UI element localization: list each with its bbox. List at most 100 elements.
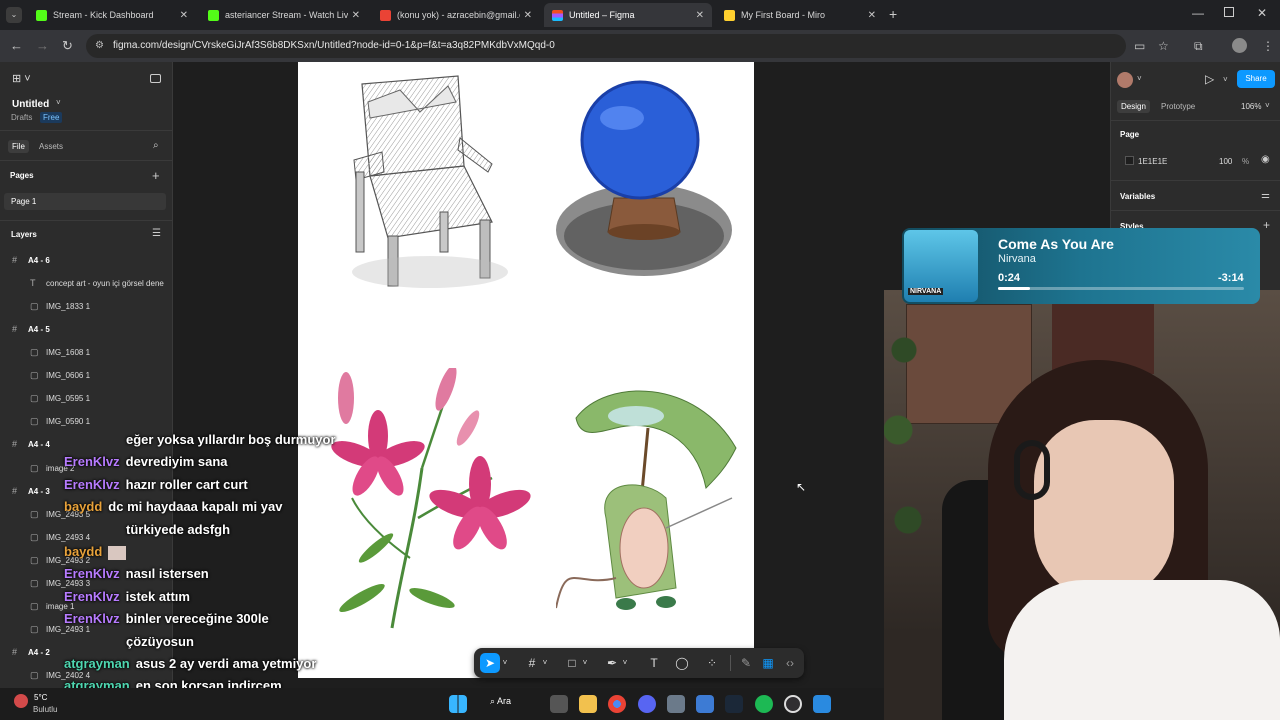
weather-desc[interactable]: Bulutlu [33, 705, 57, 714]
chat-username: atgrayman [64, 656, 130, 671]
weather-temp[interactable]: 5°C [34, 693, 47, 702]
image-icon: ▢ [30, 509, 39, 519]
file-title[interactable]: Untitled [12, 99, 49, 110]
text-tool-icon[interactable]: T [644, 653, 664, 673]
a4-frame-artwork[interactable] [298, 62, 754, 678]
chat-text: çözüyosun [126, 633, 194, 649]
tab-assets[interactable]: Assets [39, 142, 63, 151]
tab-prototype[interactable]: Prototype [1161, 102, 1195, 111]
close-icon[interactable]: ✕ [524, 10, 532, 21]
figma-menu-icon[interactable]: ⊞ ˅ [12, 72, 31, 85]
chevron-down-icon[interactable]: ˅ [1223, 75, 1228, 84]
chevron-down-icon[interactable]: ˅ [56, 98, 61, 107]
tab-design[interactable]: Design [1117, 100, 1150, 113]
layer-image[interactable]: ▢ IMG_0595 1 [0, 389, 173, 409]
obs-icon[interactable] [784, 695, 802, 713]
close-icon[interactable]: ✕ [696, 10, 704, 21]
windows-start-icon[interactable] [449, 695, 467, 713]
add-style-icon[interactable]: + [1263, 218, 1270, 232]
bookmark-star-icon[interactable]: ☆ [1158, 39, 1169, 53]
close-icon[interactable]: ✕ [352, 10, 360, 21]
new-tab-button[interactable]: + [889, 6, 897, 22]
chrome-icon[interactable] [608, 695, 626, 713]
design-mode-icon[interactable]: ▦ [758, 653, 778, 673]
tab-file[interactable]: File [8, 140, 29, 153]
zoom-level[interactable]: 106% [1241, 102, 1261, 111]
variables-label[interactable]: Variables [1120, 192, 1155, 201]
steam-icon[interactable] [725, 695, 743, 713]
mouse-leaf-umbrella-image[interactable] [556, 378, 746, 628]
close-window-button[interactable]: ✕ [1257, 6, 1267, 20]
chevron-down-icon[interactable]: ˅ [1265, 101, 1270, 110]
maximize-button[interactable] [1224, 7, 1234, 17]
layer-image[interactable]: ▢ IMG_1608 1 [0, 343, 173, 363]
draw-mode-icon[interactable]: ✎ [736, 653, 756, 673]
dev-mode-icon[interactable]: ‹› [780, 653, 800, 673]
tab-search-icon[interactable]: ⌄ [6, 7, 22, 23]
search-icon[interactable]: ⌕ [153, 140, 159, 151]
comment-tool-icon[interactable]: ◯ [672, 653, 692, 673]
extensions-icon[interactable]: ⧉ [1194, 39, 1203, 54]
url-bar[interactable]: ⚙ figma.com/design/CVrskeGiJrAf3S6b8DKSx… [86, 34, 1126, 58]
page-item-page-1[interactable]: Page 1 [4, 193, 166, 210]
crystal-ball-image[interactable] [556, 78, 732, 278]
chevron-down-icon[interactable]: ˅ [1137, 74, 1142, 83]
task-view-icon[interactable] [550, 695, 568, 713]
frame-tool-icon[interactable]: # [522, 653, 542, 673]
image-icon: ▢ [30, 416, 39, 426]
camera-icon[interactable] [667, 695, 685, 713]
chevron-down-icon[interactable]: ˅ [540, 653, 550, 673]
taskbar-search[interactable]: ⌕ Ara [490, 696, 511, 707]
bg-color-hex[interactable]: 1E1E1E [1138, 157, 1167, 166]
bg-opacity[interactable]: 100 [1219, 157, 1232, 166]
spotify-icon[interactable] [755, 695, 773, 713]
layer-frame[interactable]: # A4 - 5 [0, 320, 173, 340]
resources-tool-icon[interactable]: ⁘ [702, 653, 722, 673]
rectangle-tool-icon[interactable]: □ [562, 653, 582, 673]
minimize-button[interactable]: — [1192, 6, 1204, 20]
present-play-icon[interactable]: ▷ [1205, 72, 1214, 86]
layer-text[interactable]: Tconcept art - oyun içi görsel dene [0, 274, 173, 294]
back-icon[interactable]: ← [10, 38, 23, 53]
eye-icon[interactable]: ◉ [1261, 154, 1270, 165]
browser-tab-miro[interactable]: My First Board - Miro ✕ [716, 3, 884, 27]
layer-frame[interactable]: # A4 - 6 [0, 251, 173, 271]
add-page-icon[interactable]: + [152, 168, 160, 183]
app-icon[interactable] [813, 695, 831, 713]
vscode-icon[interactable] [696, 695, 714, 713]
forward-icon[interactable]: → [36, 38, 49, 53]
divider [1111, 120, 1280, 121]
chat-message: baydd dc mi haydaaa kapalı mi yav [64, 499, 282, 514]
chevron-down-icon[interactable]: ˅ [620, 653, 630, 673]
lily-flowers-image[interactable] [322, 368, 532, 638]
browser-tab-figma[interactable]: Untitled – Figma ✕ [544, 3, 712, 27]
browser-tab-kick-dashboard[interactable]: Stream - Kick Dashboard ✕ [28, 3, 196, 27]
move-tool-icon[interactable]: ➤ [480, 653, 500, 673]
layer-image[interactable]: ▢ IMG_0606 1 [0, 366, 173, 386]
chevron-down-icon[interactable]: ˅ [580, 653, 590, 673]
layer-image[interactable]: ▢ IMG_0590 1 [0, 412, 173, 432]
reload-icon[interactable]: ↻ [62, 38, 73, 54]
close-icon[interactable]: ✕ [868, 10, 876, 21]
file-explorer-icon[interactable] [579, 695, 597, 713]
avatar[interactable] [1117, 72, 1133, 88]
pen-tool-icon[interactable]: ✒ [602, 653, 622, 673]
site-info-icon[interactable]: ⚙ [95, 34, 104, 58]
color-swatch[interactable] [1125, 156, 1134, 165]
discord-icon[interactable] [638, 695, 656, 713]
browser-tab-kick-watch[interactable]: asteriancer Stream - Watch Live on ✕ [200, 3, 368, 27]
profile-avatar[interactable] [1232, 38, 1247, 53]
toggle-sidebar-icon[interactable] [150, 74, 161, 83]
share-button[interactable]: Share [1237, 70, 1275, 88]
clipboard-icon[interactable]: ▭ [1134, 39, 1145, 53]
chat-username: baydd [64, 544, 103, 559]
layers-list-icon[interactable]: ☰ [152, 228, 161, 239]
chevron-down-icon[interactable]: ˅ [500, 653, 510, 673]
close-icon[interactable]: ✕ [180, 10, 188, 21]
chair-sketch-image[interactable] [340, 72, 510, 292]
layer-image[interactable]: ▢ IMG_1833 1 [0, 297, 173, 317]
variables-settings-icon[interactable]: ⚌ [1261, 190, 1270, 201]
browser-tab-gmail[interactable]: (konu yok) - azracebin@gmail.com ✕ [372, 3, 540, 27]
drafts-label[interactable]: Drafts [11, 113, 32, 122]
menu-dots-icon[interactable]: ⋮ [1262, 39, 1274, 53]
